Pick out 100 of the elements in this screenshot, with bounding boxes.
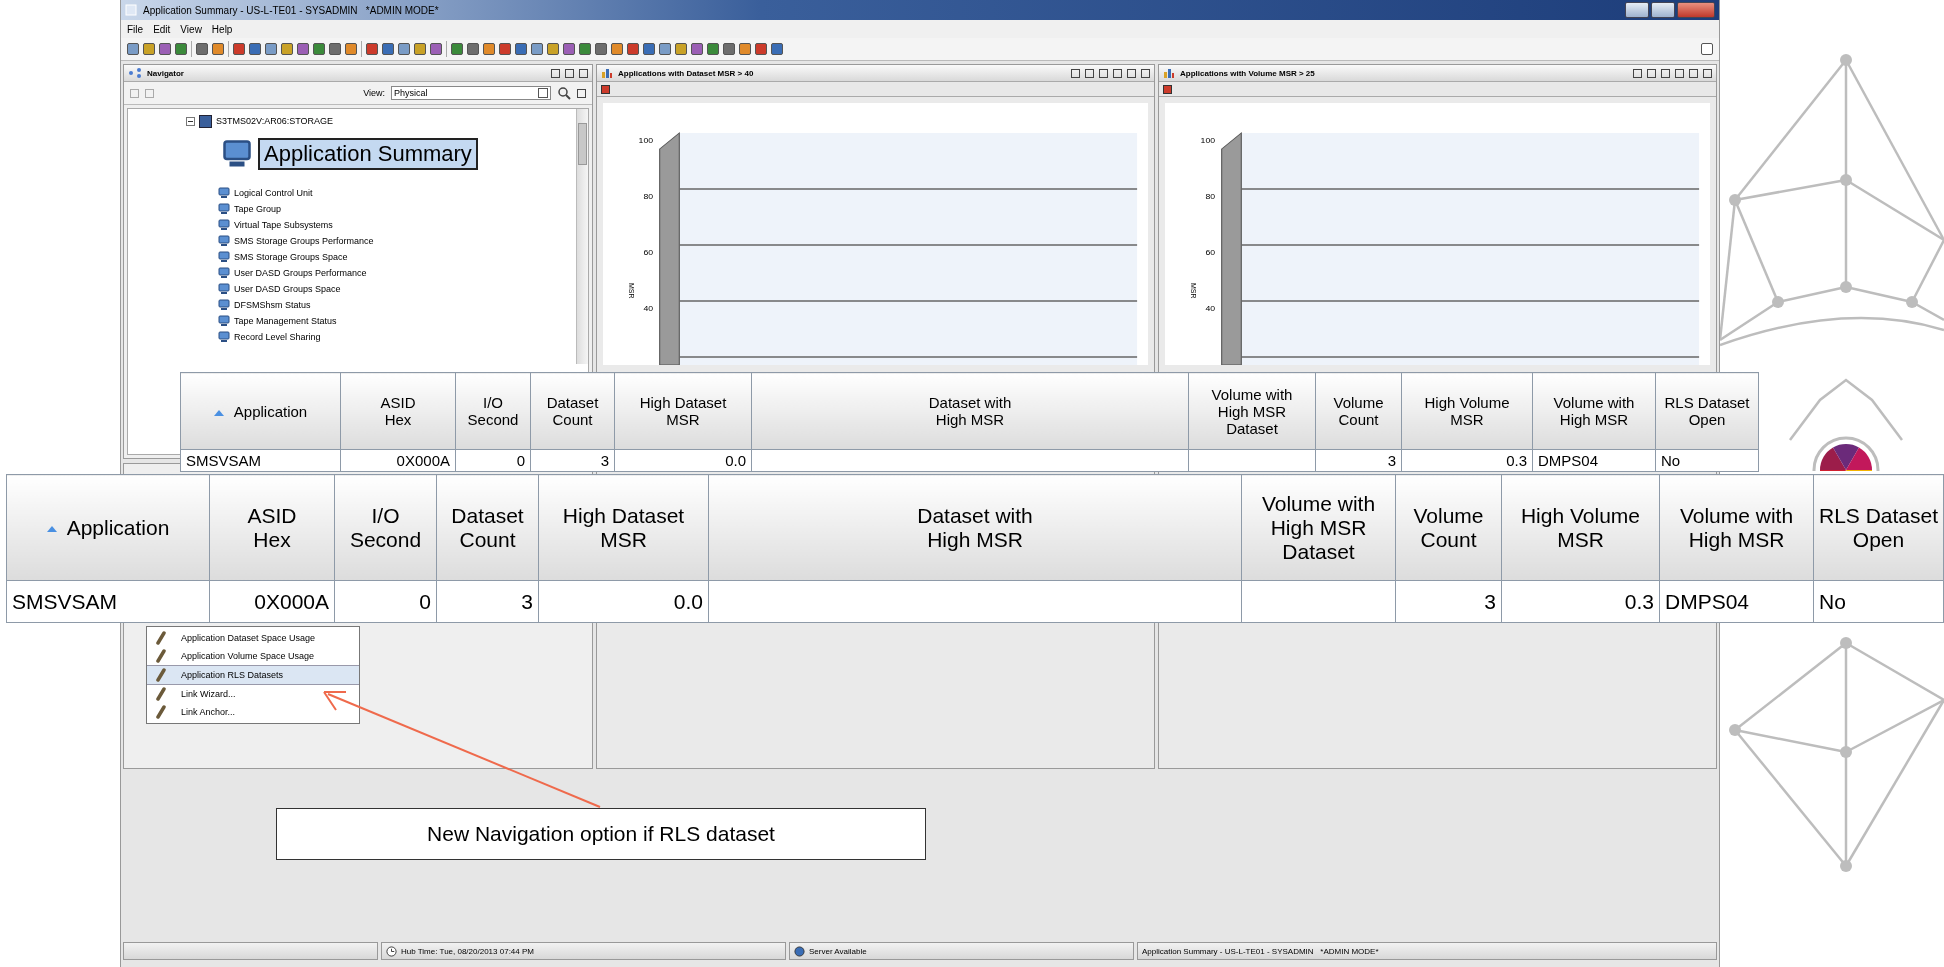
column-header[interactable]: Volume with High MSR Dataset [1188,372,1316,450]
toolbar-icon[interactable] [382,43,394,55]
toolbar-icon[interactable] [707,43,719,55]
tree-item[interactable]: User DASD Groups Space [234,284,341,294]
toolbar-icon[interactable] [675,43,687,55]
toolbar-icon[interactable] [579,43,591,55]
column-header[interactable]: Application [180,372,341,450]
column-header[interactable]: Volume Count [1315,372,1402,450]
column-header[interactable]: Dataset Count [436,474,539,581]
toolbar-icon[interactable] [366,43,378,55]
sort-arrow-icon[interactable] [213,409,224,416]
toolbar-icon[interactable] [595,43,607,55]
toolbar-icon[interactable] [297,43,309,55]
search-icon[interactable] [557,86,571,100]
menu-item[interactable]: Application RLS Datasets [147,665,359,685]
toolbar-icon[interactable] [659,43,671,55]
toolbar-icon[interactable] [771,43,783,55]
toolbar-icon[interactable] [143,43,155,55]
menu-item[interactable]: File [127,23,144,35]
tree-item[interactable]: Tape Management Status [234,316,337,326]
tree-item[interactable]: SMS Storage Groups Performance [234,236,374,246]
column-header[interactable]: Volume with High MSR [1532,372,1656,450]
table-cell: 3 [436,580,539,623]
column-header[interactable]: Volume with High MSR Dataset [1241,474,1396,581]
column-header[interactable]: Application [6,474,210,581]
column-header[interactable]: High Volume MSR [1401,372,1533,450]
toolbar-icon[interactable] [196,43,208,55]
column-header[interactable]: RLS Dataset Open [1655,372,1759,450]
menu-item[interactable]: Edit [153,23,171,35]
menu-item[interactable]: View [180,23,202,35]
close-button[interactable] [1677,2,1715,18]
view-dropdown[interactable]: Physical [391,86,551,100]
toolbar-icon[interactable] [563,43,575,55]
toolbar-icon[interactable] [483,43,495,55]
toolbar-icon[interactable] [531,43,543,55]
toolbar-icon[interactable] [313,43,325,55]
toolbar-icon[interactable] [547,43,559,55]
toolbar-icon[interactable] [739,43,751,55]
column-header[interactable]: High Dataset MSR [538,474,709,581]
sort-arrow-icon[interactable] [46,525,57,532]
toolbar-icon[interactable] [755,43,767,55]
toolbar-icon[interactable] [249,43,261,55]
collapse-icon[interactable] [186,116,195,126]
scrollbar[interactable] [576,109,588,364]
column-header[interactable]: I/O Second [334,474,437,581]
tree-item[interactable]: SMS Storage Groups Space [234,252,348,262]
toolbar-icon[interactable] [127,43,139,55]
restore-icon[interactable] [1701,43,1713,55]
toolbar-icon[interactable] [430,43,442,55]
edit-icon[interactable] [577,88,586,98]
column-header[interactable]: High Volume MSR [1501,474,1660,581]
column-header[interactable]: Dataset Count [530,372,615,450]
toolbar-icon[interactable] [281,43,293,55]
toolbar-icon[interactable] [499,43,511,55]
table-cell: 3 [1315,449,1402,472]
tree-item[interactable]: Record Level Sharing [234,332,321,342]
toolbar-icon[interactable] [643,43,655,55]
tree-item[interactable]: User DASD Groups Performance [234,268,367,278]
tree-item[interactable]: DFSMShsm Status [234,300,311,310]
save-icon[interactable] [601,84,610,94]
tree-item[interactable]: Application Summary [258,138,478,170]
toolbar-icon[interactable] [265,43,277,55]
menu-item[interactable]: Link Anchor... [147,703,359,721]
toolbar-icon[interactable] [175,43,187,55]
toolbar-icon[interactable] [627,43,639,55]
toolbar-icon[interactable] [691,43,703,55]
axis-tick-label: 100 [638,135,654,145]
column-header[interactable]: ASID Hex [209,474,335,581]
toolbar-icon[interactable] [611,43,623,55]
column-header[interactable]: Dataset with High MSR [751,372,1189,450]
column-header[interactable]: Dataset with High MSR [708,474,1242,581]
tree-item[interactable]: S3TMS02V:AR06:STORAGE [216,116,334,126]
column-header[interactable]: ASID Hex [340,372,456,450]
toolbar-icon[interactable] [451,43,463,55]
maximize-button[interactable] [1651,2,1675,18]
axis-tick-label: 40 [1205,303,1216,313]
toolbar-icon[interactable] [398,43,410,55]
column-header[interactable]: High Dataset MSR [614,372,752,450]
toolbar-icon[interactable] [212,43,224,55]
menu-item[interactable]: Link Wizard... [147,685,359,703]
toolbar-icon[interactable] [159,43,171,55]
menu-item[interactable]: Help [211,23,233,35]
menu-item[interactable]: Application Dataset Space Usage [147,629,359,647]
column-header[interactable]: RLS Dataset Open [1813,474,1944,581]
column-header[interactable]: I/O Second [455,372,531,450]
toolbar-icon[interactable] [467,43,479,55]
column-header[interactable]: Volume with High MSR [1659,474,1814,581]
toolbar-icon[interactable] [723,43,735,55]
tree-item[interactable]: Tape Group [234,204,282,214]
toolbar-icon[interactable] [329,43,341,55]
save-icon[interactable] [1163,84,1172,94]
column-header[interactable]: Volume Count [1395,474,1502,581]
minimize-button[interactable] [1625,2,1649,18]
toolbar-icon[interactable] [345,43,357,55]
tree-item[interactable]: Virtual Tape Subsystems [234,220,333,230]
toolbar-icon[interactable] [233,43,245,55]
menu-item[interactable]: Application Volume Space Usage [147,647,359,665]
tree-item[interactable]: Logical Control Unit [234,188,313,198]
toolbar-icon[interactable] [414,43,426,55]
toolbar-icon[interactable] [515,43,527,55]
